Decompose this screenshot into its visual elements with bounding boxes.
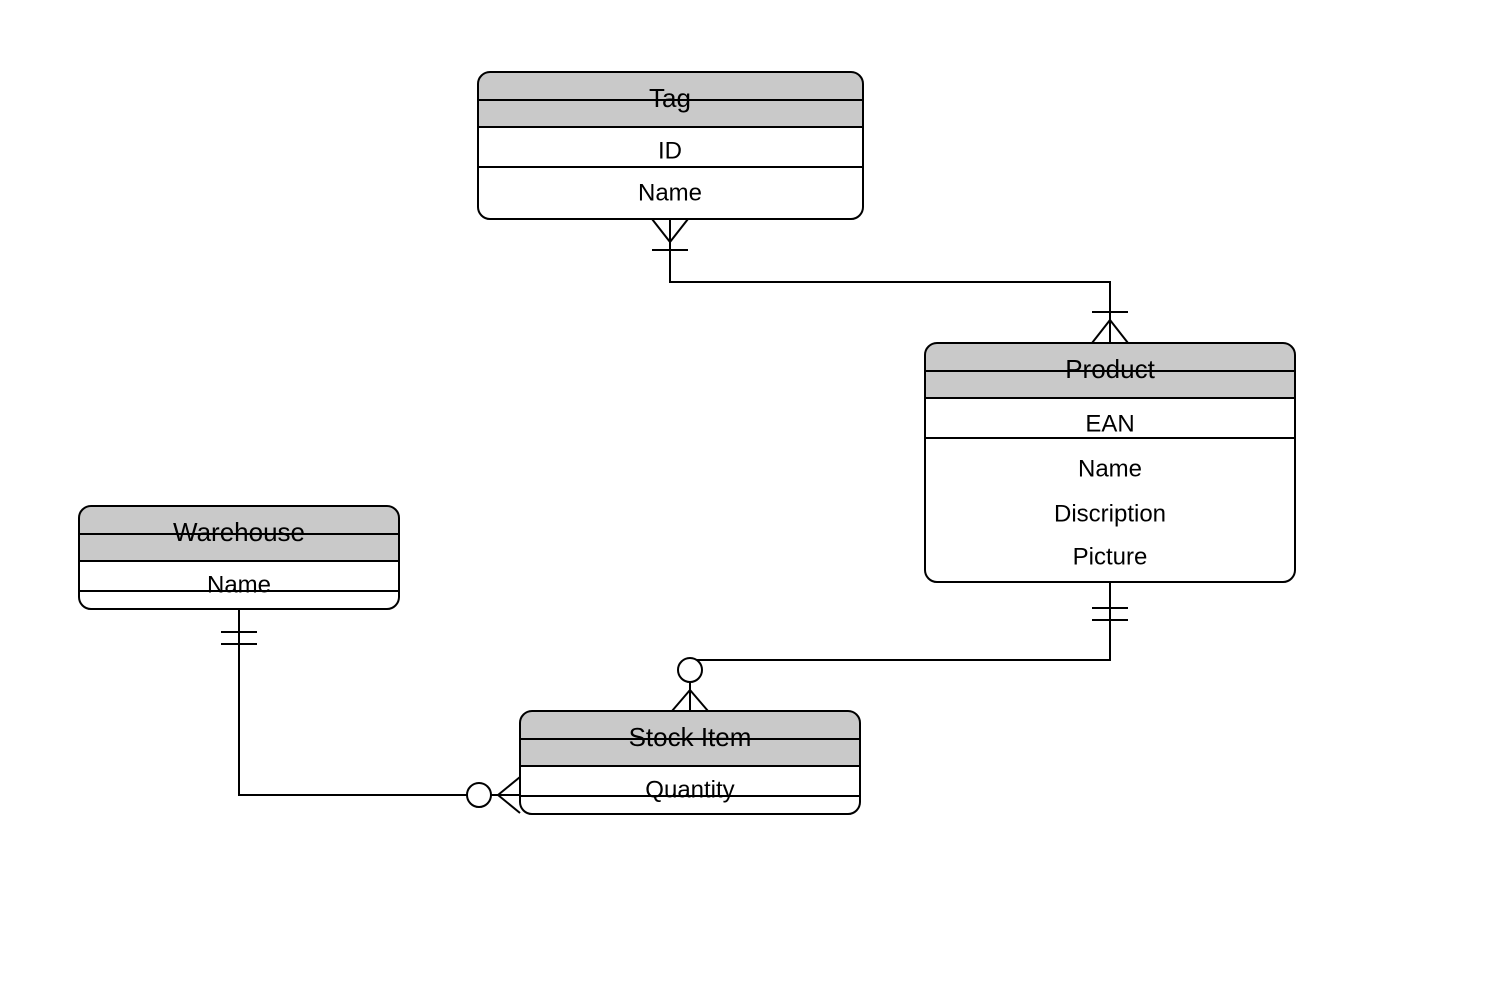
entity-product-attr-ean: EAN [1085,410,1134,437]
relationship-warehouse-stockitem [221,609,520,813]
crowfoot-zero-many-icon [672,658,708,711]
entity-stockitem-attr-qty: Quantity [645,776,734,803]
entity-stockitem-title: Stock Item [629,722,752,752]
entity-product: Product EAN Name Discription Picture [925,343,1295,582]
relationship-tag-product [652,219,1128,343]
crowfoot-zero-many-icon [467,777,520,813]
entity-tag-attr-name: Name [638,179,702,206]
entity-tag-title: Tag [649,83,691,113]
entity-product-attr-desc: Discription [1054,500,1166,527]
entity-tag: Tag ID Name [478,72,863,219]
entity-stockitem: Stock Item Quantity [520,711,860,814]
entity-product-title: Product [1065,354,1155,384]
er-diagram: Tag ID Name Product EAN Name Discription… [0,0,1500,996]
entity-product-attr-name: Name [1078,455,1142,482]
entity-warehouse-title: Warehouse [173,517,305,547]
relationship-product-stockitem [672,582,1128,711]
entity-warehouse: Warehouse Name [79,506,399,609]
entity-product-attr-pic: Picture [1073,543,1148,570]
entity-warehouse-attr-name: Name [207,571,271,598]
entity-tag-attr-id: ID [658,137,682,164]
